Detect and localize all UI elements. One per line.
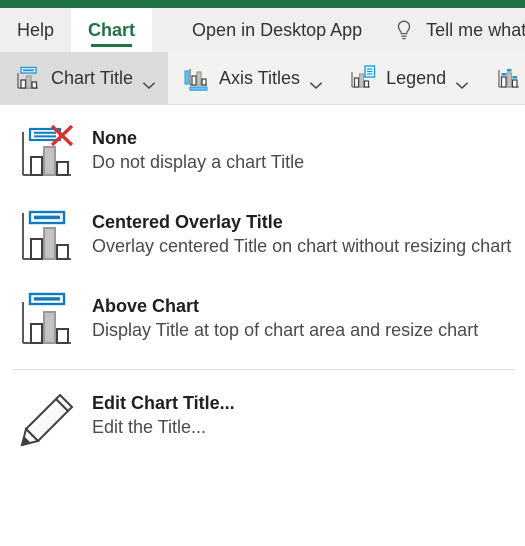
tab-chart-label: Chart bbox=[88, 19, 136, 40]
menu-item-above-chart-title: Above Chart bbox=[92, 296, 200, 316]
chevron-down-icon[interactable] bbox=[309, 74, 323, 89]
chart-title-dropdown-menu: None Do not display a chart Title Center… bbox=[0, 105, 525, 546]
menu-item-edit-chart-title-text: Edit Chart Title... Edit the Title... bbox=[92, 387, 235, 439]
chart-title-centered-overlay-icon bbox=[16, 206, 80, 268]
menu-item-centered-overlay-title-title: Centered Overlay Title bbox=[92, 212, 283, 232]
menu-item-centered-overlay-title-text: Centered Overlay Title Overlay centered … bbox=[92, 206, 511, 258]
pencil-icon bbox=[16, 387, 80, 453]
chart-title-above-chart-icon bbox=[16, 290, 80, 352]
ribbon-legend-label: Legend bbox=[386, 67, 447, 88]
chart-ribbon-toolbar: Chart Title Axis Titles Legend bbox=[0, 52, 525, 105]
chart-title-icon bbox=[12, 63, 42, 93]
menu-item-none-title: None bbox=[92, 128, 137, 148]
app-accent-bar bbox=[0, 0, 525, 8]
tab-help[interactable]: Help bbox=[0, 8, 71, 52]
tell-me-label: Tell me what bbox=[426, 19, 525, 40]
tab-help-label: Help bbox=[17, 19, 55, 40]
lightbulb-icon bbox=[394, 19, 414, 41]
menu-separator bbox=[12, 369, 515, 370]
menu-item-edit-chart-title-desc: Edit the Title... bbox=[92, 416, 207, 437]
tab-chart[interactable]: Chart bbox=[71, 8, 153, 52]
tab-active-underline bbox=[91, 44, 133, 47]
menu-item-above-chart-desc: Display Title at top of chart area and r… bbox=[92, 319, 479, 340]
ribbon-chart-title-button[interactable]: Chart Title bbox=[0, 52, 169, 104]
open-in-desktop-app-button[interactable]: Open in Desktop App bbox=[176, 8, 378, 52]
data-labels-icon bbox=[493, 63, 523, 93]
ribbon-chart-title-label: Chart Title bbox=[51, 67, 134, 88]
ribbon-data-labels-button[interactable]: Data bbox=[481, 52, 525, 104]
menu-item-edit-chart-title-title: Edit Chart Title... bbox=[92, 393, 235, 413]
chart-title-none-icon bbox=[16, 122, 80, 184]
chevron-down-icon[interactable] bbox=[455, 74, 469, 89]
axis-titles-icon bbox=[180, 63, 210, 93]
menu-item-above-chart[interactable]: Above Chart Display Title at top of char… bbox=[0, 279, 525, 363]
menu-item-none-desc: Do not display a chart Title bbox=[92, 151, 305, 172]
menu-item-centered-overlay-title-desc: Overlay centered Title on chart without … bbox=[92, 235, 512, 256]
ribbon-tab-bar: Help Chart Open in Desktop App Tell me w… bbox=[0, 8, 525, 52]
legend-icon bbox=[347, 63, 377, 93]
open-in-desktop-app-label: Open in Desktop App bbox=[192, 19, 363, 40]
menu-item-centered-overlay-title[interactable]: Centered Overlay Title Overlay centered … bbox=[0, 195, 525, 279]
ribbon-legend-button[interactable]: Legend bbox=[335, 52, 481, 104]
menu-item-above-chart-text: Above Chart Display Title at top of char… bbox=[92, 290, 478, 342]
chevron-down-icon[interactable] bbox=[142, 74, 156, 89]
ribbon-axis-titles-button[interactable]: Axis Titles bbox=[168, 52, 335, 104]
menu-item-edit-chart-title[interactable]: Edit Chart Title... Edit the Title... bbox=[0, 376, 525, 464]
ribbon-axis-titles-label: Axis Titles bbox=[219, 67, 301, 88]
menu-item-none[interactable]: None Do not display a chart Title bbox=[0, 111, 525, 195]
tell-me-button[interactable]: Tell me what bbox=[378, 8, 525, 52]
menu-item-none-text: None Do not display a chart Title bbox=[92, 122, 304, 174]
